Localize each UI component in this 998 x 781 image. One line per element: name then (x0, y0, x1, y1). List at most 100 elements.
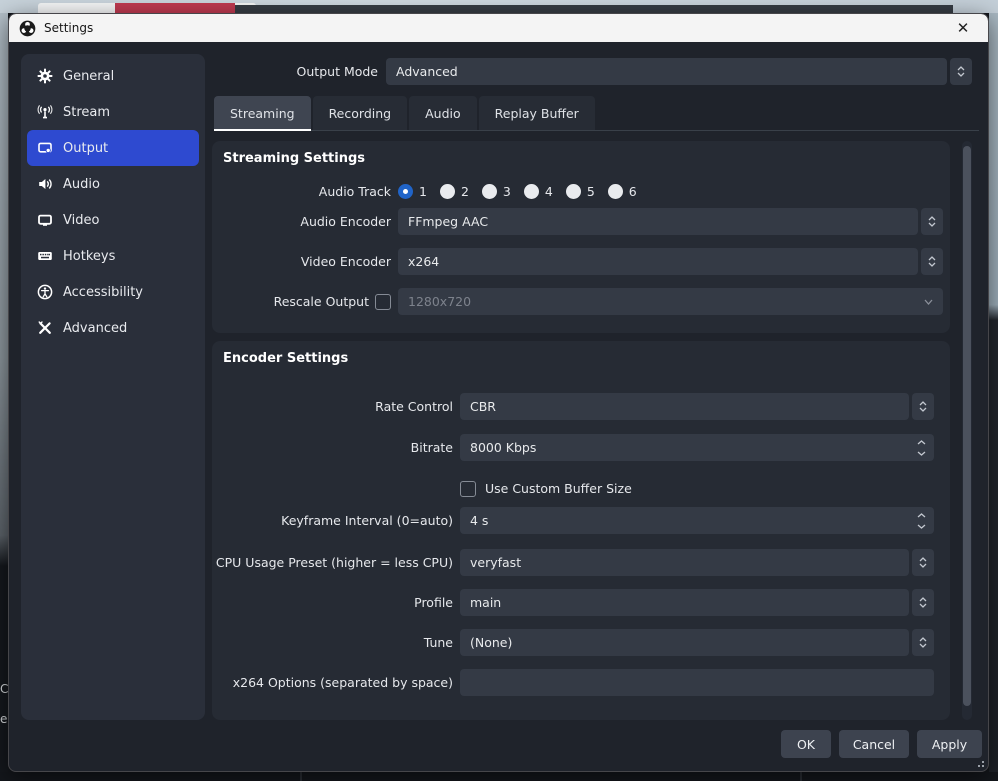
output-mode-value: Advanced (396, 64, 458, 79)
sidebar-item-label: Hotkeys (63, 249, 115, 264)
audio-track-label: Audio Track (212, 184, 398, 199)
keyframe-interval-spinbox[interactable]: 4 s (460, 507, 934, 534)
video-encoder-select[interactable]: x264 (398, 248, 943, 275)
chevron-updown-icon[interactable] (912, 589, 934, 616)
profile-row: Profile main (212, 589, 950, 616)
video-encoder-row: Video Encoder x264 (212, 248, 950, 275)
radio-icon[interactable] (566, 184, 581, 199)
sidebar-item-accessibility[interactable]: Accessibility (27, 274, 199, 310)
chevron-down-icon (924, 299, 933, 305)
audio-encoder-select[interactable]: FFmpeg AAC (398, 208, 943, 235)
audio-track-5-radio[interactable]: 5 (566, 184, 595, 199)
profile-select[interactable]: main (460, 589, 934, 616)
ok-button[interactable]: OK (781, 730, 831, 758)
chevron-updown-icon[interactable] (912, 629, 934, 656)
background-text-fragment: Ca (0, 682, 8, 696)
radio-icon[interactable] (608, 184, 623, 199)
background-dark-bar (235, 5, 953, 13)
x264-options-input[interactable] (460, 669, 934, 696)
sidebar-item-general[interactable]: General (27, 58, 199, 94)
desktop-bottom-strip (0, 772, 998, 781)
output-mode-select[interactable]: Advanced (386, 58, 972, 85)
use-custom-buffer-size-checkbox[interactable] (460, 481, 476, 497)
window-title: Settings (44, 21, 93, 35)
tune-label: Tune (212, 635, 460, 650)
output-mode-row: Output Mode Advanced (214, 58, 972, 85)
tune-row: Tune (None) (212, 629, 950, 656)
scrollbar-thumb[interactable] (963, 146, 971, 706)
settings-sidebar: General Stream Output Audio (21, 54, 205, 720)
spinner-arrows-icon[interactable] (917, 440, 926, 456)
chevron-updown-icon[interactable] (912, 393, 934, 420)
desktop-right-strip (989, 13, 998, 781)
custom-buffer-row: Use Custom Buffer Size (212, 475, 950, 502)
chevron-updown-icon[interactable] (912, 549, 934, 576)
encoder-settings-panel: Encoder Settings Rate Control CBR Bitrat… (212, 341, 950, 720)
audio-track-6-radio[interactable]: 6 (608, 184, 637, 199)
rescale-output-checkbox[interactable] (375, 294, 391, 310)
cpu-preset-select[interactable]: veryfast (460, 549, 934, 576)
desktop-left-strip (0, 13, 8, 781)
sidebar-item-label: Accessibility (63, 285, 143, 300)
sidebar-item-video[interactable]: Video (27, 202, 199, 238)
audio-track-4-radio[interactable]: 4 (524, 184, 553, 199)
obs-logo-icon (19, 20, 36, 37)
scrollbar-track[interactable] (962, 141, 972, 720)
panel-title: Streaming Settings (223, 151, 365, 166)
sidebar-item-label: Audio (63, 177, 100, 192)
audio-track-1-radio[interactable]: 1 (398, 184, 427, 199)
chevron-updown-icon[interactable] (921, 248, 943, 275)
profile-label: Profile (212, 595, 460, 610)
tab-recording[interactable]: Recording (313, 96, 408, 130)
radio-icon[interactable] (440, 184, 455, 199)
radio-icon[interactable] (482, 184, 497, 199)
audio-track-3-radio[interactable]: 3 (482, 184, 511, 199)
gear-icon (36, 68, 53, 85)
output-mode-label: Output Mode (214, 64, 386, 79)
keyframe-interval-label: Keyframe Interval (0=auto) (212, 513, 460, 528)
sidebar-item-audio[interactable]: Audio (27, 166, 199, 202)
bitrate-spinbox[interactable]: 8000 Kbps (460, 434, 934, 461)
sidebar-item-label: General (63, 69, 114, 84)
keyboard-icon (36, 248, 53, 265)
tab-streaming[interactable]: Streaming (214, 96, 311, 130)
background-text-fragment: er (0, 712, 8, 726)
tools-icon (36, 320, 53, 337)
cpu-preset-label: CPU Usage Preset (higher = less CPU) (212, 555, 460, 570)
tune-select[interactable]: (None) (460, 629, 934, 656)
speaker-icon (36, 176, 53, 193)
output-icon (36, 140, 53, 157)
radio-icon[interactable] (524, 184, 539, 199)
sidebar-item-label: Output (63, 141, 108, 156)
background-red-bar (115, 3, 235, 13)
resize-grip[interactable] (975, 758, 984, 767)
sidebar-item-label: Advanced (63, 321, 127, 336)
chevron-updown-icon[interactable] (921, 208, 943, 235)
sidebar-item-advanced[interactable]: Advanced (27, 310, 199, 346)
tab-replay-buffer[interactable]: Replay Buffer (479, 96, 595, 130)
sidebar-item-output[interactable]: Output (27, 130, 199, 166)
spinner-arrows-icon[interactable] (917, 513, 926, 529)
audio-track-2-radio[interactable]: 2 (440, 184, 469, 199)
cpu-preset-row: CPU Usage Preset (higher = less CPU) ver… (212, 549, 950, 576)
bitrate-label: Bitrate (212, 440, 460, 455)
titlebar[interactable]: Settings ✕ (9, 14, 988, 42)
rescale-resolution-combobox: 1280x720 (398, 288, 943, 315)
cancel-button[interactable]: Cancel (839, 730, 909, 758)
accessibility-icon (36, 284, 53, 301)
x264-options-row: x264 Options (separated by space) (212, 669, 950, 696)
output-tabs: Streaming Recording Audio Replay Buffer (214, 96, 979, 131)
use-custom-buffer-size-checkbox-row[interactable]: Use Custom Buffer Size (460, 481, 632, 497)
radio-checked-icon[interactable] (398, 184, 413, 199)
apply-button[interactable]: Apply (917, 730, 982, 758)
sidebar-item-hotkeys[interactable]: Hotkeys (27, 238, 199, 274)
rate-control-select[interactable]: CBR (460, 393, 934, 420)
bitrate-row: Bitrate 8000 Kbps (212, 434, 950, 461)
keyframe-interval-row: Keyframe Interval (0=auto) 4 s (212, 507, 950, 534)
chevron-updown-icon[interactable] (950, 58, 972, 85)
tab-audio[interactable]: Audio (409, 96, 477, 130)
settings-window: Settings ✕ General Stream Output (8, 13, 989, 772)
streaming-settings-panel: Streaming Settings Audio Track 1 2 3 4 5… (212, 141, 950, 333)
close-icon[interactable]: ✕ (948, 16, 978, 40)
sidebar-item-stream[interactable]: Stream (27, 94, 199, 130)
